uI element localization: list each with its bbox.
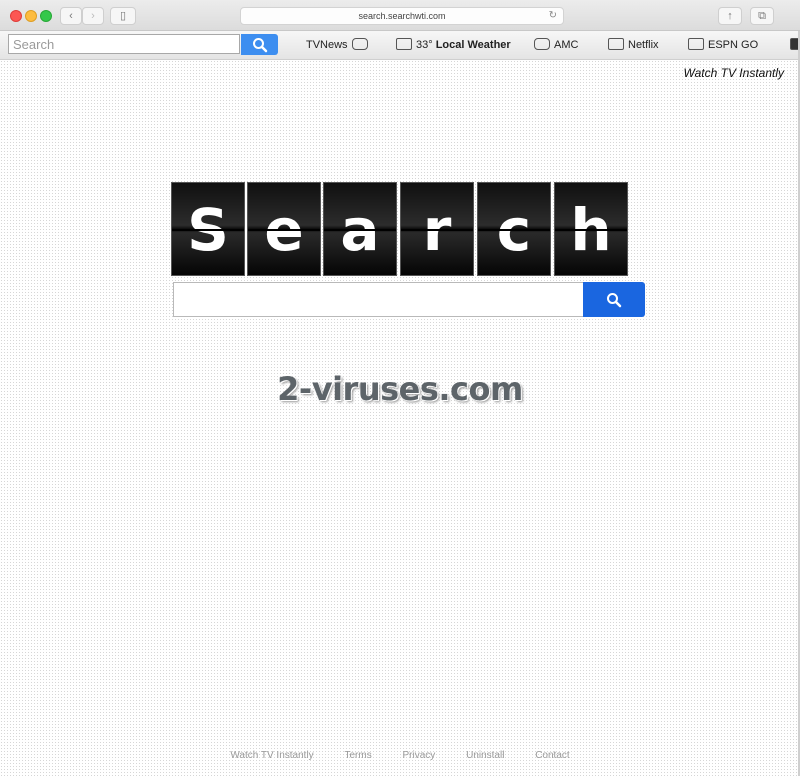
search-logo: S e a r c h <box>171 182 628 276</box>
logo-tile: c <box>477 182 551 276</box>
tagline: Watch TV Instantly <box>683 66 784 80</box>
logo-tile: a <box>323 182 397 276</box>
share-icon: ↑ <box>727 10 733 22</box>
url-text: search.searchwti.com <box>358 11 446 21</box>
reload-icon[interactable]: ↻ <box>549 8 557 24</box>
search-icon <box>252 37 267 52</box>
toolbar-link-tvnews[interactable]: TVNews <box>306 31 372 59</box>
logo-tile: e <box>247 182 321 276</box>
footer-link-contact[interactable]: Contact <box>535 750 569 761</box>
chevron-left-icon: ‹ <box>69 10 73 22</box>
logo-letter: h <box>570 196 612 264</box>
address-bar[interactable]: search.searchwti.com ↻ <box>240 7 564 25</box>
tabs-icon: ⧉ <box>758 10 766 22</box>
main-search-input[interactable] <box>173 282 584 317</box>
chevron-right-icon: › <box>91 10 95 22</box>
footer-link-privacy[interactable]: Privacy <box>402 750 435 761</box>
tv-icon <box>534 38 550 51</box>
toolbar-link-weather[interactable]: 33° Local Weather <box>392 31 511 59</box>
close-window-button[interactable] <box>10 10 22 22</box>
logo-letter: r <box>422 196 452 264</box>
footer-link-terms[interactable]: Terms <box>344 750 371 761</box>
weather-label: Local Weather <box>435 39 511 51</box>
play-icon <box>688 38 704 51</box>
toolbar-link-espngo[interactable]: ESPN GO <box>684 31 758 59</box>
amc-label: AMC <box>554 39 579 51</box>
forward-button[interactable]: › <box>82 7 104 25</box>
footer-link-uninstall[interactable]: Uninstall <box>466 750 504 761</box>
sidebar-icon: ▯ <box>119 10 127 22</box>
weather-icon <box>396 38 412 51</box>
watermark: 2-viruses.com <box>277 370 523 408</box>
netflix-label: Netflix <box>628 39 659 51</box>
logo-tile: S <box>171 182 245 276</box>
share-button[interactable]: ↑ <box>718 7 742 25</box>
espngo-label: ESPN GO <box>708 39 759 51</box>
footer: Watch TV Instantly Terms Privacy Uninsta… <box>0 750 800 764</box>
logo-tile: r <box>400 182 474 276</box>
tv-icon <box>351 38 368 51</box>
sidebar-toggle-button[interactable]: ▯ <box>110 7 136 25</box>
tabs-overview-button[interactable]: ⧉ <box>750 7 774 25</box>
toolbar-search-button[interactable] <box>241 34 278 55</box>
toolbar-search-input[interactable] <box>8 34 240 54</box>
main-search-button[interactable] <box>583 282 645 317</box>
minimize-window-button[interactable] <box>25 10 37 22</box>
logo-tile: h <box>554 182 628 276</box>
toolbar-link-netflix[interactable]: Netflix <box>604 31 659 59</box>
footer-link-watch-tv[interactable]: Watch TV Instantly <box>230 750 313 761</box>
play-icon <box>608 38 624 51</box>
weather-temp: 33° <box>416 39 433 51</box>
logo-letter: e <box>264 196 304 264</box>
logo-letter: c <box>496 196 532 264</box>
extension-toolbar: TVNews 33° Local Weather AMC Netflix ESP… <box>0 31 800 60</box>
toolbar-link-amc[interactable]: AMC <box>530 31 578 59</box>
zoom-window-button[interactable] <box>40 10 52 22</box>
tvnews-label: TVNews <box>306 39 348 51</box>
browser-titlebar: ‹ › ▯ search.searchwti.com ↻ ↑ ⧉ <box>0 0 800 31</box>
logo-letter: S <box>187 196 229 264</box>
search-icon <box>607 292 622 307</box>
logo-letter: a <box>340 196 380 264</box>
back-button[interactable]: ‹ <box>60 7 82 25</box>
